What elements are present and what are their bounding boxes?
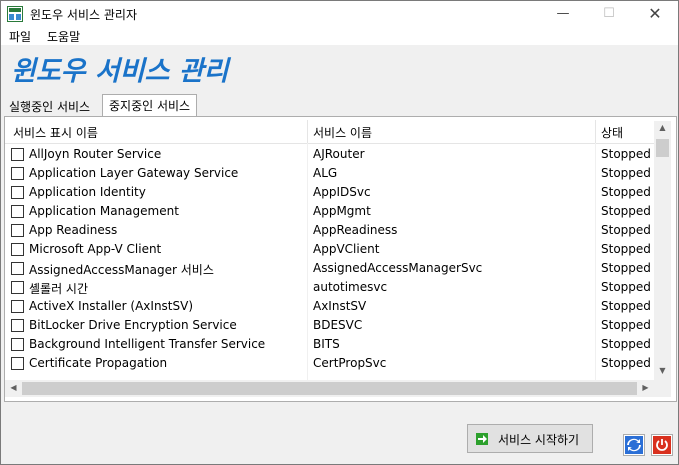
- app-icon: [7, 6, 23, 22]
- row-checkbox[interactable]: [11, 300, 24, 313]
- row-checkbox[interactable]: [11, 224, 24, 237]
- service-status: Stopped: [601, 337, 651, 351]
- horizontal-scroll-thumb[interactable]: [22, 382, 637, 395]
- title-bar[interactable]: 윈도우 서비스 관리자 — ☐ ✕: [1, 1, 678, 27]
- row-checkbox[interactable]: [11, 167, 24, 180]
- menu-file[interactable]: 파일: [9, 28, 31, 45]
- service-name: AppIDSvc: [313, 185, 371, 199]
- service-name: AppMgmt: [313, 204, 371, 218]
- service-status: Stopped: [601, 147, 651, 161]
- column-header-service-name[interactable]: 서비스 이름: [313, 124, 372, 141]
- service-name: AssignedAccessManagerSvc: [313, 261, 483, 275]
- service-display-name: AllJoyn Router Service: [29, 147, 162, 161]
- service-status: Stopped: [601, 280, 651, 294]
- app-window: 윈도우 서비스 관리자 — ☐ ✕ 파일 도움말 윈도우 서비스 관리 실행중인…: [0, 0, 679, 465]
- service-display-name: Microsoft App-V Client: [29, 242, 162, 256]
- service-status: Stopped: [601, 356, 651, 370]
- service-name: autotimesvc: [313, 280, 388, 294]
- vertical-scroll-thumb[interactable]: [656, 139, 669, 157]
- service-status: Stopped: [601, 318, 651, 332]
- service-name: AxInstSV: [313, 299, 367, 313]
- service-display-name: 셸롤러 시간: [29, 282, 89, 296]
- service-display-name: AssignedAccessManager 서비스: [29, 263, 214, 277]
- table-row[interactable]: Background Intelligent Transfer Service B…: [5, 335, 657, 354]
- start-service-button[interactable]: 서비스 시작하기: [467, 424, 593, 453]
- arrow-right-icon: [476, 433, 488, 445]
- table-row[interactable]: App Readiness AppReadiness Stopped: [5, 221, 657, 240]
- row-checkbox[interactable]: [11, 186, 24, 199]
- service-display-name: App Readiness: [29, 223, 118, 237]
- service-status: Stopped: [601, 223, 651, 237]
- row-checkbox[interactable]: [11, 281, 24, 294]
- service-display-name: ActiveX Installer (AxInstSV): [29, 299, 194, 313]
- start-service-label: 서비스 시작하기: [498, 433, 580, 447]
- service-display-name: Background Intelligent Transfer Service: [29, 337, 266, 351]
- table-row[interactable]: 셸롤러 시간 autotimesvc Stopped: [5, 278, 657, 297]
- table-row[interactable]: AssignedAccessManager 서비스 AssignedAccessM…: [5, 259, 657, 278]
- service-status: Stopped: [601, 185, 651, 199]
- power-icon: [653, 436, 671, 454]
- service-name: ALG: [313, 166, 338, 180]
- service-name: BITS: [313, 337, 340, 351]
- refresh-icon: [625, 436, 643, 454]
- minimize-button[interactable]: —: [540, 1, 586, 27]
- scroll-left-icon[interactable]: ◀: [5, 383, 22, 392]
- tab-running-services[interactable]: 실행중인 서비스: [5, 97, 94, 117]
- row-checkbox[interactable]: [11, 357, 24, 370]
- service-name: CertPropSvc: [313, 356, 387, 370]
- tab-stopped-services[interactable]: 중지중인 서비스: [102, 94, 198, 117]
- service-status: Stopped: [601, 166, 651, 180]
- service-name: BDESVC: [313, 318, 363, 332]
- maximize-button[interactable]: ☐: [586, 1, 632, 27]
- service-status: Stopped: [601, 261, 651, 275]
- menu-help[interactable]: 도움말: [47, 28, 80, 45]
- table-row[interactable]: AllJoyn Router Service AJRouter Stopped: [5, 145, 657, 164]
- scroll-down-icon[interactable]: ▼: [654, 366, 671, 375]
- services-list: 서비스 표시 이름 서비스 이름 상태 AllJoyn Router Servi…: [5, 120, 657, 380]
- vertical-scrollbar[interactable]: ▲ ▼: [654, 121, 671, 380]
- service-status: Stopped: [601, 242, 651, 256]
- scroll-up-icon[interactable]: ▲: [654, 123, 671, 132]
- refresh-button[interactable]: [623, 434, 645, 456]
- column-divider[interactable]: [307, 120, 308, 143]
- table-row[interactable]: Certificate Propagation CertPropSvc Stoppe…: [5, 354, 657, 373]
- table-row[interactable]: ActiveX Installer (AxInstSV) AxInstSV Stop…: [5, 297, 657, 316]
- service-display-name: Application Identity: [29, 185, 146, 199]
- service-name: AppVClient: [313, 242, 380, 256]
- service-name: AJRouter: [313, 147, 365, 161]
- service-display-name: Application Management: [29, 204, 179, 218]
- service-display-name: Application Layer Gateway Service: [29, 166, 239, 180]
- service-name: AppReadiness: [313, 223, 398, 237]
- list-header: 서비스 표시 이름 서비스 이름 상태: [5, 120, 657, 144]
- row-checkbox[interactable]: [11, 148, 24, 161]
- column-header-display-name[interactable]: 서비스 표시 이름: [13, 124, 98, 141]
- service-display-name: Certificate Propagation: [29, 356, 168, 370]
- column-divider[interactable]: [595, 120, 596, 143]
- column-header-status[interactable]: 상태: [601, 124, 623, 141]
- page-title: 윈도우 서비스 관리: [11, 56, 229, 87]
- power-button[interactable]: [651, 434, 673, 456]
- row-checkbox[interactable]: [11, 205, 24, 218]
- row-checkbox[interactable]: [11, 243, 24, 256]
- row-checkbox[interactable]: [11, 338, 24, 351]
- table-row[interactable]: BitLocker Drive Encryption Service BDESVC…: [5, 316, 657, 335]
- table-row[interactable]: Application Management AppMgmt Stopped: [5, 202, 657, 221]
- table-row[interactable]: Application Identity AppIDSvc Stopped: [5, 183, 657, 202]
- window-title: 윈도우 서비스 관리자: [30, 8, 137, 22]
- service-display-name: BitLocker Drive Encryption Service: [29, 318, 237, 332]
- scroll-right-icon[interactable]: ▶: [637, 383, 654, 392]
- row-checkbox[interactable]: [11, 319, 24, 332]
- scrollbar-corner: [654, 380, 671, 397]
- table-row[interactable]: Microsoft App-V Client AppVClient Stopped: [5, 240, 657, 259]
- menu-bar: 파일 도움말: [1, 27, 678, 45]
- table-row[interactable]: Application Layer Gateway Service ALG Stop…: [5, 164, 657, 183]
- service-status: Stopped: [601, 204, 651, 218]
- row-checkbox[interactable]: [11, 262, 24, 275]
- close-button[interactable]: ✕: [632, 1, 678, 27]
- horizontal-scrollbar[interactable]: ◀ ▶: [5, 380, 654, 397]
- service-status: Stopped: [601, 299, 651, 313]
